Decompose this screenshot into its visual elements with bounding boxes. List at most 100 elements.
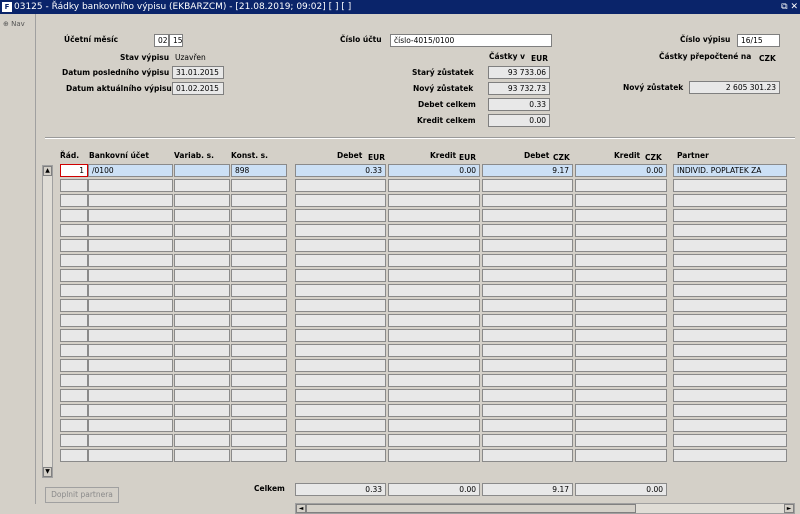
cell-konst[interactable]: [231, 389, 287, 402]
cell-variab[interactable]: [174, 374, 230, 387]
cell-debet-eur[interactable]: [295, 374, 386, 387]
cell-variab[interactable]: [174, 434, 230, 447]
cell-kredit-czk[interactable]: [575, 209, 667, 222]
cell-variab[interactable]: [174, 239, 230, 252]
cell-debet-czk[interactable]: [482, 404, 573, 417]
cell-debet-eur[interactable]: [295, 359, 386, 372]
cell-bankovni-ucet[interactable]: [88, 179, 173, 192]
cell-konst[interactable]: [231, 314, 287, 327]
cell-debet-eur[interactable]: [295, 344, 386, 357]
cell-variab[interactable]: [174, 449, 230, 462]
cell-konst[interactable]: [231, 404, 287, 417]
cell-kredit-eur[interactable]: [388, 269, 480, 282]
cell-konst[interactable]: [231, 344, 287, 357]
cell-bankovni-ucet[interactable]: [88, 404, 173, 417]
cell-kredit-czk[interactable]: [575, 419, 667, 432]
cell-debet-czk[interactable]: [482, 224, 573, 237]
cell-variab[interactable]: [174, 404, 230, 417]
cell-debet-czk[interactable]: [482, 389, 573, 402]
cell-partner[interactable]: [673, 209, 787, 222]
cell-variab[interactable]: [174, 269, 230, 282]
cell-konst[interactable]: [231, 449, 287, 462]
cell-partner[interactable]: [673, 404, 787, 417]
cell-bankovni-ucet[interactable]: [88, 269, 173, 282]
cell-kredit-czk[interactable]: [575, 434, 667, 447]
cell-bankovni-ucet[interactable]: [88, 344, 173, 357]
cell-variab[interactable]: [174, 164, 230, 177]
cell-konst[interactable]: [231, 224, 287, 237]
cell-konst[interactable]: [231, 284, 287, 297]
cell-rad[interactable]: [60, 284, 88, 297]
cell-rad[interactable]: [60, 194, 88, 207]
cell-kredit-czk[interactable]: [575, 314, 667, 327]
scroll-up-icon[interactable]: ▲: [43, 166, 52, 176]
cell-kredit-eur[interactable]: [388, 194, 480, 207]
cell-debet-eur[interactable]: 0.33: [295, 164, 386, 177]
cell-variab[interactable]: [174, 254, 230, 267]
cell-debet-czk[interactable]: [482, 374, 573, 387]
cell-debet-eur[interactable]: [295, 269, 386, 282]
cell-debet-eur[interactable]: [295, 449, 386, 462]
cell-debet-czk[interactable]: [482, 344, 573, 357]
cell-rad[interactable]: [60, 374, 88, 387]
doplnit-partnera-button[interactable]: Doplnit partnera: [45, 487, 119, 503]
cell-rad[interactable]: [60, 239, 88, 252]
cell-partner[interactable]: [673, 329, 787, 342]
cell-debet-czk[interactable]: [482, 239, 573, 252]
cell-partner[interactable]: [673, 194, 787, 207]
cell-bankovni-ucet[interactable]: [88, 389, 173, 402]
cell-rad[interactable]: [60, 209, 88, 222]
cell-debet-eur[interactable]: [295, 404, 386, 417]
cell-debet-czk[interactable]: [482, 284, 573, 297]
cell-kredit-czk[interactable]: [575, 404, 667, 417]
cell-bankovni-ucet[interactable]: [88, 314, 173, 327]
scroll-right-icon[interactable]: ►: [784, 504, 794, 513]
cell-kredit-eur[interactable]: [388, 224, 480, 237]
cell-partner[interactable]: [673, 374, 787, 387]
cell-bankovni-ucet[interactable]: [88, 299, 173, 312]
cell-konst[interactable]: [231, 329, 287, 342]
cell-debet-czk[interactable]: [482, 179, 573, 192]
cell-kredit-czk[interactable]: [575, 389, 667, 402]
cell-debet-czk[interactable]: [482, 254, 573, 267]
cell-bankovni-ucet[interactable]: [88, 419, 173, 432]
cell-debet-eur[interactable]: [295, 194, 386, 207]
cell-rad[interactable]: [60, 314, 88, 327]
cell-debet-czk[interactable]: [482, 209, 573, 222]
cell-debet-eur[interactable]: [295, 209, 386, 222]
grid-vertical-scrollbar[interactable]: ▲ ▼: [42, 165, 53, 478]
cell-kredit-eur[interactable]: [388, 329, 480, 342]
cell-partner[interactable]: [673, 224, 787, 237]
cell-kredit-czk[interactable]: [575, 344, 667, 357]
cell-kredit-eur[interactable]: [388, 449, 480, 462]
cell-partner[interactable]: [673, 359, 787, 372]
cislo-uctu-field[interactable]: číslo-4015/0100: [390, 34, 552, 47]
cell-partner[interactable]: INDIVID. POPLATEK ZA: [673, 164, 787, 177]
cell-kredit-eur[interactable]: 0.00: [388, 164, 480, 177]
cell-partner[interactable]: [673, 344, 787, 357]
cell-debet-czk[interactable]: [482, 269, 573, 282]
cell-kredit-czk[interactable]: [575, 194, 667, 207]
cell-variab[interactable]: [174, 389, 230, 402]
cell-bankovni-ucet[interactable]: [88, 239, 173, 252]
cell-variab[interactable]: [174, 344, 230, 357]
cell-konst[interactable]: [231, 179, 287, 192]
cell-variab[interactable]: [174, 179, 230, 192]
cell-rad[interactable]: [60, 269, 88, 282]
cell-kredit-eur[interactable]: [388, 254, 480, 267]
cell-rad[interactable]: 1: [60, 164, 88, 177]
cell-debet-czk[interactable]: [482, 434, 573, 447]
cell-konst[interactable]: [231, 419, 287, 432]
ucetni-mesic-month-field[interactable]: 02: [154, 34, 169, 47]
ucetni-mesic-year-field[interactable]: 15: [169, 34, 183, 47]
cell-konst[interactable]: [231, 209, 287, 222]
cell-rad[interactable]: [60, 329, 88, 342]
cell-rad[interactable]: [60, 344, 88, 357]
cell-partner[interactable]: [673, 239, 787, 252]
cell-kredit-czk[interactable]: [575, 359, 667, 372]
window-controls[interactable]: ⧉ ✕: [781, 0, 798, 14]
cell-kredit-eur[interactable]: [388, 314, 480, 327]
cell-partner[interactable]: [673, 449, 787, 462]
cell-rad[interactable]: [60, 404, 88, 417]
cell-kredit-eur[interactable]: [388, 359, 480, 372]
